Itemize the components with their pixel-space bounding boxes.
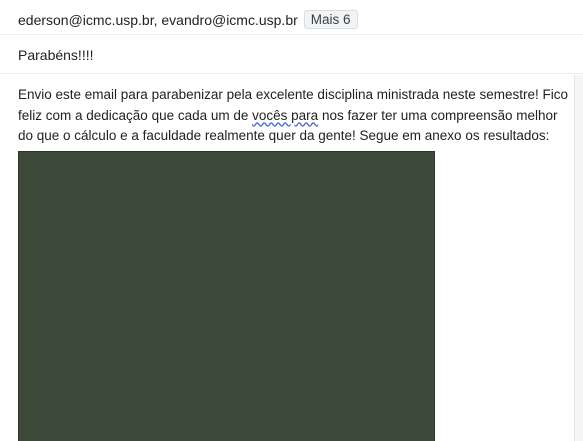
subject-row[interactable]: Parabéns!!!! xyxy=(0,34,583,74)
more-recipients-chip[interactable]: Mais 6 xyxy=(303,10,358,29)
spellcheck-flagged-text[interactable]: vocês para xyxy=(252,108,318,123)
message-body[interactable]: Envio este email para parabenizar pela e… xyxy=(0,75,574,441)
recipients-row: ederson@icmc.usp.br, evandro@icmc.usp.br… xyxy=(0,0,583,33)
subject-text: Parabéns!!!! xyxy=(18,47,94,63)
attached-image-placeholder xyxy=(18,150,435,441)
recipients-list[interactable]: ederson@icmc.usp.br, evandro@icmc.usp.br xyxy=(18,12,298,28)
scrollbar[interactable] xyxy=(574,75,583,441)
message-text: Envio este email para parabenizar pela e… xyxy=(18,85,570,147)
